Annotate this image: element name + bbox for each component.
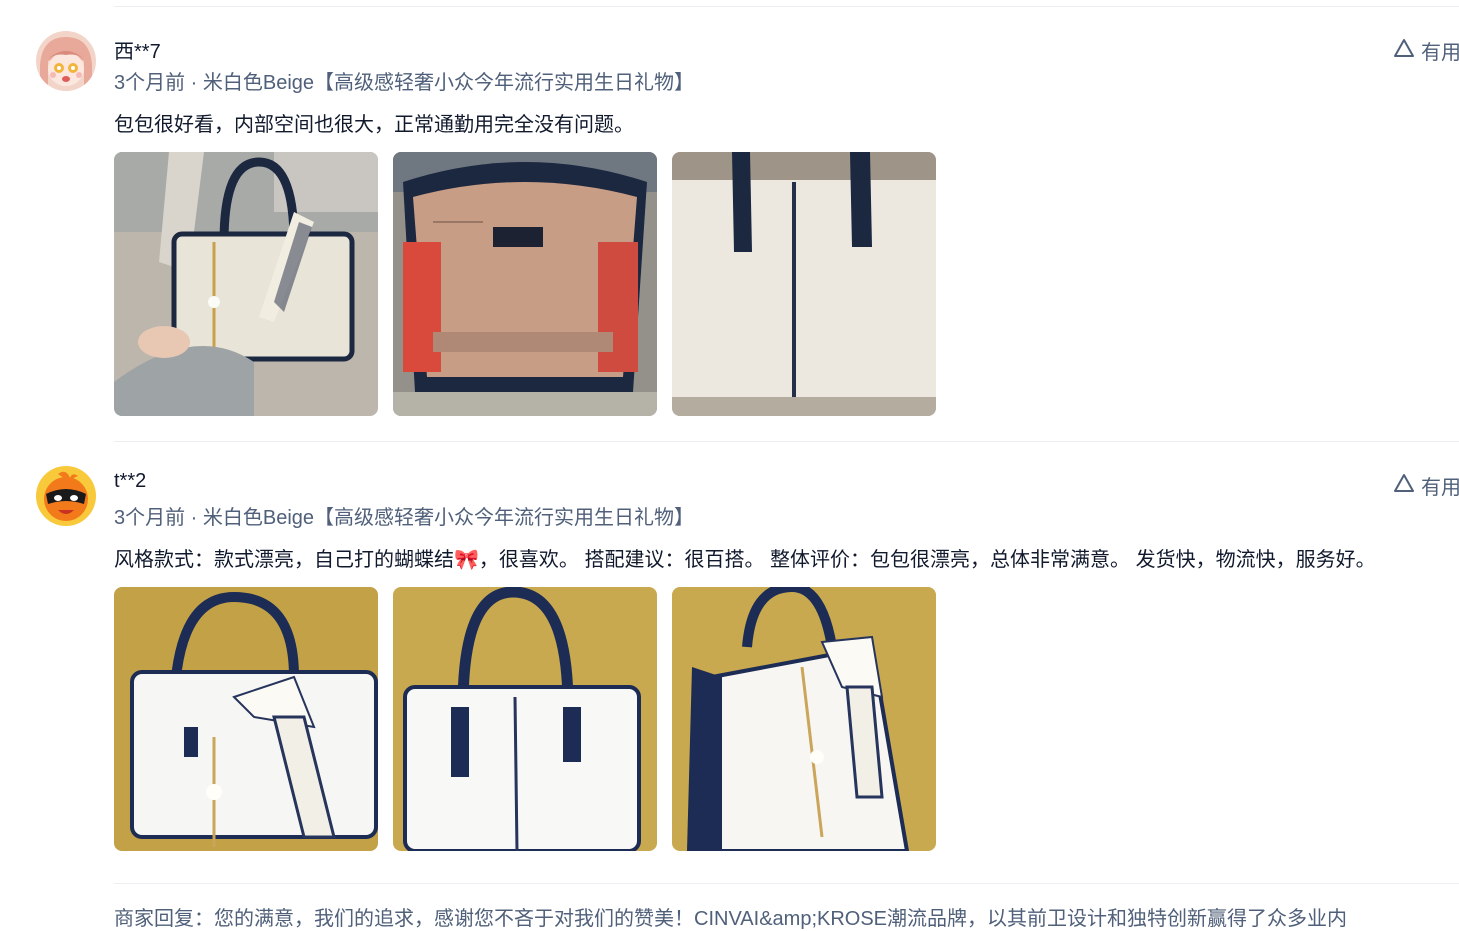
handbag-interior-photo[interactable] xyxy=(393,152,657,416)
anime-girl-avatar[interactable] xyxy=(36,31,96,91)
handbag-side-bow-photo[interactable] xyxy=(672,587,936,851)
handbag-plain-front-photo[interactable] xyxy=(393,587,657,851)
review-time: 3个月前 xyxy=(114,72,186,94)
review-time: 3个月前 xyxy=(114,507,186,529)
warning-triangle-icon xyxy=(1393,473,1415,499)
meta-separator: · xyxy=(185,72,203,94)
review-text: 包包很好看，内部空间也很大，正常通勤用完全没有问题。 xyxy=(114,114,634,136)
helpful-label: 有用 xyxy=(1421,42,1459,64)
handbag-front-bow-photo[interactable] xyxy=(114,587,378,851)
review-text: 风格款式：款式漂亮，自己打的蝴蝶结🎀，很喜欢。 搭配建议：很百搭。 整体评价：包… xyxy=(114,549,1376,571)
helpful-label: 有用 xyxy=(1421,477,1459,499)
merchant-reply: 商家回复：您的满意，我们的追求，感谢您不吝于对我们的赞美！CINVAI&amp;… xyxy=(114,908,1348,930)
top-divider xyxy=(114,6,1459,7)
review-meta: 3个月前 · 米白色Beige【高级感轻奢小众今年流行实用生日礼物】 xyxy=(114,66,694,95)
review-meta: 3个月前 · 米白色Beige【高级感轻奢小众今年流行实用生日礼物】 xyxy=(114,501,694,530)
handbag-with-scarf-photo[interactable] xyxy=(114,152,378,416)
review-username: t**2 xyxy=(114,470,147,492)
review-variant: 米白色Beige【高级感轻奢小众今年流行实用生日礼物】 xyxy=(202,72,695,94)
review-divider xyxy=(114,883,1459,884)
orange-masked-mascot-avatar[interactable] xyxy=(36,466,96,526)
warning-triangle-icon xyxy=(1393,38,1415,64)
review-username: 西**7 xyxy=(114,41,161,63)
handbag-back-photo[interactable] xyxy=(672,152,936,416)
helpful-button[interactable]: 有用 xyxy=(1393,36,1459,65)
review-variant: 米白色Beige【高级感轻奢小众今年流行实用生日礼物】 xyxy=(202,507,695,529)
review-divider xyxy=(114,441,1459,442)
meta-separator: · xyxy=(185,507,203,529)
helpful-button[interactable]: 有用 xyxy=(1393,471,1459,500)
